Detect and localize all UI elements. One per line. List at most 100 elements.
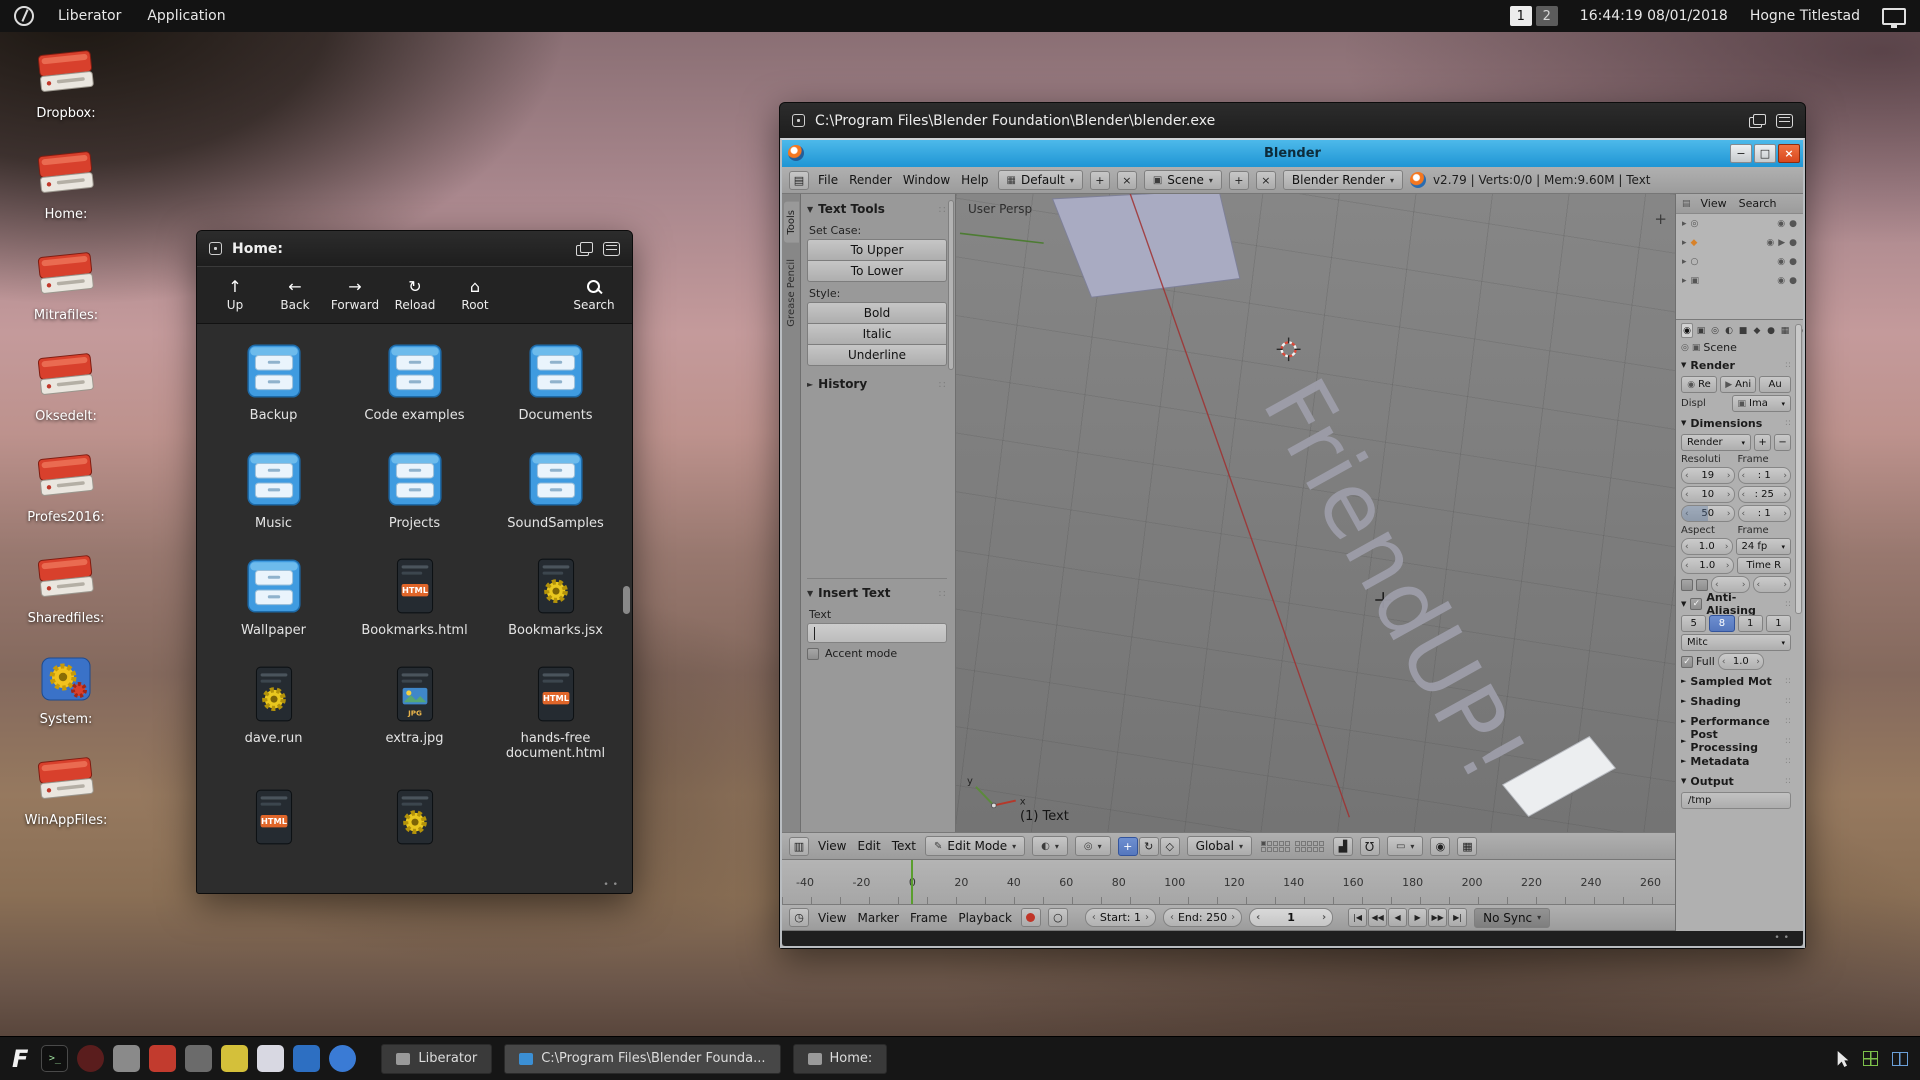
menu-view[interactable]: View bbox=[816, 839, 848, 853]
dimensions-panel-header[interactable]: Dimensions bbox=[1681, 414, 1791, 432]
to-upper-button[interactable]: To Upper bbox=[807, 239, 947, 261]
resize-grip[interactable] bbox=[603, 880, 622, 890]
visibility-icon[interactable]: ◉ bbox=[1777, 276, 1785, 286]
pointer-icon[interactable] bbox=[1837, 1051, 1849, 1067]
translate-manipulator-button[interactable]: + bbox=[1118, 837, 1138, 856]
menu-playback[interactable]: Playback bbox=[956, 911, 1014, 925]
file-item[interactable]: HTML JPG bbox=[348, 342, 482, 424]
desktop-icon[interactable]: Sharedfiles: bbox=[10, 551, 122, 626]
lock-icon[interactable]: ▟ bbox=[1333, 837, 1353, 856]
window-depth-icon[interactable] bbox=[576, 242, 593, 256]
shading-selector[interactable]: ◐ bbox=[1032, 836, 1068, 856]
menu-edit[interactable]: Edit bbox=[855, 839, 882, 853]
screens-icon[interactable] bbox=[1892, 1052, 1908, 1066]
add-layout-button[interactable]: + bbox=[1090, 171, 1110, 190]
bold-button[interactable]: Bold bbox=[807, 302, 947, 324]
scrollbar-thumb[interactable] bbox=[1795, 324, 1802, 614]
friend-logo-icon[interactable] bbox=[14, 6, 34, 26]
play-button[interactable]: ▶ bbox=[1408, 908, 1427, 927]
desktop-icon[interactable]: Mitrafiles: bbox=[10, 248, 122, 323]
output-panel-header[interactable]: Output bbox=[1681, 772, 1791, 790]
region-expand-icon[interactable]: + bbox=[1654, 210, 1667, 228]
editor-type-icon[interactable]: ▤ bbox=[1682, 199, 1691, 209]
menu-search[interactable]: Search bbox=[1737, 197, 1779, 210]
collapsed-panel-header[interactable]: Shading bbox=[1681, 692, 1791, 710]
collapsed-panel-header[interactable]: Sampled Mot bbox=[1681, 672, 1791, 690]
render-opengl-anim-icon[interactable]: ▦ bbox=[1457, 837, 1477, 856]
forward-button[interactable]: → Forward bbox=[325, 270, 385, 320]
select-toggle-icon[interactable]: ▶ bbox=[1778, 238, 1785, 248]
border-checkbox[interactable] bbox=[1681, 579, 1693, 591]
file-item[interactable]: HTML JPG bbox=[207, 557, 341, 639]
file-item[interactable]: HTML JPG bbox=[489, 450, 623, 532]
editor-type-icon[interactable]: ◷ bbox=[789, 908, 809, 927]
file-item[interactable]: HTML JPG bbox=[207, 450, 341, 532]
desktop-icon[interactable]: Oksedelt: bbox=[10, 349, 122, 424]
menu-view[interactable]: View bbox=[816, 911, 848, 925]
visibility-icon[interactable]: ◉ bbox=[1777, 257, 1785, 267]
search-button[interactable]: Search bbox=[564, 270, 624, 320]
friend-logo-icon[interactable]: F bbox=[12, 1045, 28, 1073]
dock-app-icon[interactable] bbox=[113, 1045, 140, 1072]
add-preset-button[interactable]: + bbox=[1754, 434, 1771, 451]
menu-render[interactable]: Render bbox=[847, 173, 894, 187]
anti-aliasing-checkbox[interactable] bbox=[1690, 598, 1702, 610]
menu-frame[interactable]: Frame bbox=[908, 911, 949, 925]
desktop[interactable]: Dropbox: bbox=[0, 32, 1920, 1036]
italic-button[interactable]: Italic bbox=[807, 323, 947, 345]
collapsed-panel-header[interactable]: Metadata bbox=[1681, 752, 1791, 770]
mode-selector[interactable]: ✎ Edit Mode bbox=[925, 836, 1025, 856]
render-button[interactable]: ◉Re bbox=[1681, 376, 1717, 393]
close-button[interactable]: × bbox=[1778, 144, 1800, 163]
file-item[interactable]: HTML JPG bbox=[489, 665, 623, 762]
filter-size-field[interactable]: 1.0 bbox=[1718, 653, 1764, 670]
next-keyframe-button[interactable]: ▶▶ bbox=[1428, 908, 1447, 927]
outliner-row[interactable]: ▸ ◎ ◉● bbox=[1676, 214, 1803, 233]
workspace-1-button[interactable]: 1 bbox=[1510, 6, 1532, 26]
sync-mode-selector[interactable]: No Sync bbox=[1474, 908, 1550, 928]
editor-type-icon[interactable]: ▤ bbox=[789, 171, 809, 190]
reload-button[interactable]: ↻ Reload bbox=[385, 270, 445, 320]
tab-object-icon[interactable]: ■ bbox=[1737, 323, 1749, 338]
render-toggle-icon[interactable]: ● bbox=[1789, 238, 1797, 248]
display-mode-selector[interactable]: ▣Ima bbox=[1732, 395, 1792, 412]
terminal-icon[interactable]: >_ bbox=[41, 1045, 68, 1072]
fps-selector[interactable]: 24 fp bbox=[1736, 538, 1792, 555]
visibility-icon[interactable]: ◉ bbox=[1766, 238, 1774, 248]
accent-mode-checkbox[interactable] bbox=[807, 648, 819, 660]
menu-marker[interactable]: Marker bbox=[855, 911, 900, 925]
jump-end-button[interactable]: ▶| bbox=[1448, 908, 1467, 927]
underline-button[interactable]: Underline bbox=[807, 344, 947, 366]
frame-end-field[interactable]: End: 250 bbox=[1163, 908, 1242, 927]
aa-samples-button[interactable]: 1 bbox=[1738, 615, 1763, 632]
render-toggle-icon[interactable]: ● bbox=[1789, 257, 1797, 267]
task-home[interactable]: Home: bbox=[793, 1044, 888, 1074]
playhead[interactable] bbox=[911, 860, 913, 904]
insert-text-panel-header[interactable]: Insert Text bbox=[807, 583, 947, 603]
outliner-row[interactable]: ▸ ◆ ◉▶● bbox=[1676, 233, 1803, 252]
full-sample-checkbox[interactable] bbox=[1681, 656, 1693, 668]
aspect-y-field[interactable]: 1.0 bbox=[1681, 557, 1734, 574]
menu-window[interactable]: Window bbox=[901, 173, 952, 187]
desktop-icon[interactable]: Profes2016: bbox=[10, 450, 122, 525]
aa-samples-button[interactable]: 1 bbox=[1766, 615, 1791, 632]
file-item[interactable]: HTML JPG bbox=[489, 342, 623, 424]
pivot-selector[interactable]: ◎ bbox=[1075, 836, 1111, 856]
file-item[interactable]: HTML JPG bbox=[207, 342, 341, 424]
minimize-button[interactable]: − bbox=[1730, 144, 1752, 163]
task-blender[interactable]: C:\Program Files\Blender Founda... bbox=[504, 1044, 780, 1074]
file-item[interactable]: HTML JPG bbox=[207, 788, 341, 854]
desktop-icon[interactable]: Dropbox: bbox=[10, 46, 122, 121]
history-panel-header[interactable]: History bbox=[807, 374, 947, 394]
dock-app-icon[interactable] bbox=[257, 1045, 284, 1072]
text-input[interactable] bbox=[807, 623, 947, 643]
frame-start-field[interactable]: Start: 1 bbox=[1085, 908, 1156, 927]
prev-keyframe-button[interactable]: ◀◀ bbox=[1368, 908, 1387, 927]
editor-type-icon[interactable]: ▥ bbox=[789, 837, 809, 856]
desktop-icon[interactable]: Home: bbox=[10, 147, 122, 222]
outliner-row[interactable]: ▸ ▣ ◉● bbox=[1676, 271, 1803, 290]
tab-tools[interactable]: Tools bbox=[784, 202, 799, 243]
desktop-icon[interactable]: System: bbox=[10, 652, 122, 727]
expand-icon[interactable]: ▸ bbox=[1682, 257, 1687, 267]
play-reverse-button[interactable]: ◀ bbox=[1388, 908, 1407, 927]
